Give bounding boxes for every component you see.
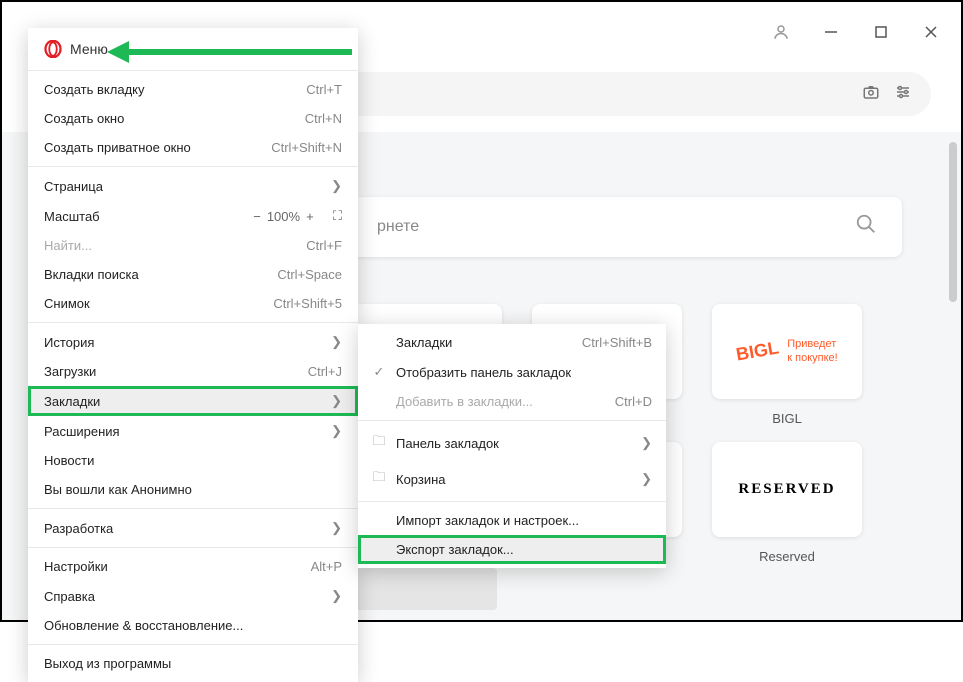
search-placeholder: рнете	[377, 218, 855, 236]
submenu-bookmarks-bar[interactable]: 🗀Панель закладок❯	[358, 425, 666, 461]
chevron-right-icon: ❯	[641, 471, 652, 487]
bigl-tagline: к покупке!	[787, 352, 837, 365]
opera-icon	[44, 40, 62, 58]
search-box[interactable]: рнете	[352, 197, 902, 257]
easy-setup-icon[interactable]	[895, 84, 911, 105]
submenu-bookmarks[interactable]: ЗакладкиCtrl+Shift+B	[358, 328, 666, 357]
bookmarks-submenu: ЗакладкиCtrl+Shift+B ✓Отобразить панель …	[358, 324, 666, 568]
menu-new-tab[interactable]: Создать вкладкуCtrl+T	[28, 75, 358, 104]
menu-logged-as[interactable]: Вы вошли как Анонимно	[28, 475, 358, 504]
close-button[interactable]	[921, 22, 941, 42]
camera-icon[interactable]	[862, 83, 880, 106]
chevron-right-icon: ❯	[641, 435, 652, 451]
submenu-add[interactable]: Добавить в закладки...Ctrl+D	[358, 387, 666, 416]
menu-update[interactable]: Обновление & восстановление...	[28, 611, 358, 640]
menu-news[interactable]: Новости	[28, 446, 358, 475]
menu-search-tabs[interactable]: Вкладки поискаCtrl+Space	[28, 260, 358, 289]
menu-exit[interactable]: Выход из программы	[28, 649, 358, 678]
bigl-tagline: Приведет	[787, 338, 837, 351]
menu-title: Меню	[70, 41, 108, 57]
menu-developer[interactable]: Разработка❯	[28, 513, 358, 543]
tile-reserved[interactable]: RESERVED	[712, 442, 862, 537]
menu-find[interactable]: Найти...Ctrl+F	[28, 231, 358, 260]
chevron-right-icon: ❯	[331, 423, 342, 439]
maximize-button[interactable]	[871, 22, 891, 42]
check-icon: ✓	[372, 364, 386, 380]
menu-extensions[interactable]: Расширения❯	[28, 416, 358, 446]
submenu-show-bar[interactable]: ✓Отобразить панель закладок	[358, 357, 666, 387]
fullscreen-icon: ⛶	[333, 208, 342, 224]
chevron-right-icon: ❯	[331, 588, 342, 604]
main-menu: Меню Создать вкладкуCtrl+T Создать окноC…	[28, 28, 358, 682]
menu-settings[interactable]: НастройкиAlt+P	[28, 552, 358, 581]
menu-snapshot[interactable]: СнимокCtrl+Shift+5	[28, 289, 358, 318]
chevron-right-icon: ❯	[331, 334, 342, 350]
menu-downloads[interactable]: ЗагрузкиCtrl+J	[28, 357, 358, 386]
menu-header: Меню	[28, 28, 358, 66]
minimize-button[interactable]	[821, 22, 841, 42]
reserved-logo: RESERVED	[738, 481, 835, 498]
account-icon[interactable]	[771, 22, 791, 42]
submenu-import[interactable]: Импорт закладок и настроек...	[358, 506, 666, 535]
menu-zoom[interactable]: Масштаб− 100% + ⛶	[28, 201, 358, 231]
submenu-export[interactable]: Экспорт закладок...	[358, 535, 666, 564]
submenu-trash[interactable]: 🗀Корзина❯	[358, 461, 666, 497]
gray-button[interactable]	[352, 568, 497, 610]
chevron-right-icon: ❯	[331, 178, 342, 194]
menu-page[interactable]: Страница❯	[28, 171, 358, 201]
menu-new-private[interactable]: Создать приватное окноCtrl+Shift+N	[28, 133, 358, 162]
tile-label: Reserved	[759, 549, 815, 564]
menu-history[interactable]: История❯	[28, 327, 358, 357]
tile-label: BIGL	[772, 411, 802, 426]
menu-new-window[interactable]: Создать окноCtrl+N	[28, 104, 358, 133]
scrollbar[interactable]	[949, 142, 957, 302]
folder-icon: 🗀	[372, 468, 386, 490]
search-icon	[855, 213, 877, 241]
menu-bookmarks[interactable]: Закладки❯	[28, 386, 358, 416]
chevron-right-icon: ❯	[331, 393, 342, 409]
bigl-logo: BIGL	[735, 337, 781, 365]
folder-icon: 🗀	[372, 432, 386, 454]
tile-bigl[interactable]: BIGL Приведет к покупке!	[712, 304, 862, 399]
menu-help[interactable]: Справка❯	[28, 581, 358, 611]
chevron-right-icon: ❯	[331, 520, 342, 536]
